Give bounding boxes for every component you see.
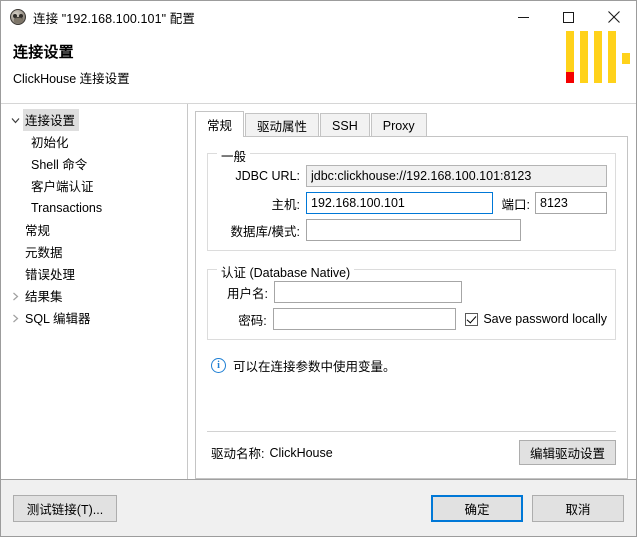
page-subtitle: ClickHouse 连接设置 <box>13 72 130 86</box>
host-label: 主机: <box>271 197 300 212</box>
sidebar-item-metadata[interactable]: 元数据 <box>1 241 187 263</box>
dialog-footer: 测试链接(T)... 确定 取消 <box>1 480 636 536</box>
sidebar-item-label: 结果集 <box>25 290 63 304</box>
title-bar: 连接 "192.168.100.101" 配置 <box>1 1 636 33</box>
sidebar-item-general[interactable]: 常规 <box>1 219 187 241</box>
username-row: 用户名: <box>216 281 607 303</box>
sidebar-item-label: 常规 <box>25 224 51 238</box>
dialog-header: 连接设置 ClickHouse 连接设置 <box>1 31 636 103</box>
jdbc-url-label: JDBC URL: <box>235 169 300 183</box>
sidebar-item-connection-settings[interactable]: 连接设置 <box>1 109 187 131</box>
sidebar-item-result-sets[interactable]: 结果集 <box>1 285 187 307</box>
password-row: 密码: Save password locally <box>216 308 607 330</box>
settings-tree: 连接设置 初始化 Shell 命令 客户端认证 Transactions 常规 … <box>1 104 188 479</box>
driver-row: 驱动名称: ClickHouse 编辑驱动设置 <box>211 440 616 465</box>
info-icon: i <box>211 358 226 373</box>
port-input[interactable] <box>535 192 607 214</box>
save-password-checkbox[interactable]: Save password locally <box>465 312 607 326</box>
host-input[interactable] <box>306 192 493 214</box>
sidebar-item-label: 错误处理 <box>25 268 76 282</box>
dialog-body: 连接设置 初始化 Shell 命令 客户端认证 Transactions 常规 … <box>1 104 636 480</box>
tab-label: Proxy <box>382 118 415 133</box>
cancel-button[interactable]: 取消 <box>532 494 624 522</box>
tab-panel-general: 一般 JDBC URL: 主机: 端口: 数据库/模式: <box>195 136 628 479</box>
sidebar-item-transactions[interactable]: Transactions <box>1 197 187 219</box>
auth-group: 认证 (Database Native) 用户名: 密码: Save passw… <box>207 262 616 340</box>
sidebar-item-error-handling[interactable]: 错误处理 <box>1 263 187 285</box>
sidebar-item-label: 客户端认证 <box>31 180 94 194</box>
sidebar-item-shell-commands[interactable]: Shell 命令 <box>1 153 187 175</box>
checkbox-check-icon[interactable] <box>465 312 479 326</box>
auth-group-legend: 认证 (Database Native) <box>217 262 355 281</box>
password-input[interactable] <box>272 308 457 330</box>
connection-settings-dialog: 连接 "192.168.100.101" 配置 连接设置 ClickHouse … <box>0 0 637 537</box>
driver-name-label: 驱动名称: <box>211 447 265 461</box>
sidebar-item-label: 初始化 <box>31 136 69 150</box>
dbeaver-app-icon <box>10 9 26 25</box>
settings-panel: 常规 驱动属性 SSH Proxy 一般 JDBC URL: jdbc:clic… <box>188 104 636 479</box>
database-label: 数据库/模式: <box>230 224 300 239</box>
jdbc-url-row: JDBC URL: <box>216 165 607 187</box>
jdbc-url-input[interactable] <box>306 165 607 187</box>
page-title: 连接设置 <box>13 44 74 61</box>
tab-label: 驱动属性 <box>257 120 308 134</box>
brand-decoration-icon <box>566 31 630 91</box>
edit-driver-settings-button[interactable]: 编辑驱动设置 <box>518 440 616 465</box>
maximize-icon[interactable] <box>546 1 591 33</box>
tab-label: SSH <box>332 118 358 133</box>
database-input[interactable] <box>306 219 521 241</box>
variables-info-text: 可以在连接参数中使用变量。 <box>233 360 396 374</box>
chevron-right-icon[interactable] <box>7 292 23 301</box>
tab-label: 常规 <box>207 119 233 133</box>
port-label: 端口: <box>501 197 530 212</box>
sidebar-item-label: SQL 编辑器 <box>25 312 91 326</box>
chevron-right-icon[interactable] <box>7 314 23 323</box>
sidebar-item-label: Transactions <box>31 200 103 215</box>
save-password-label: Save password locally <box>483 312 607 326</box>
tab-proxy[interactable]: Proxy <box>370 113 427 137</box>
minimize-icon[interactable] <box>501 1 546 33</box>
sidebar-item-label: 连接设置 <box>23 109 80 131</box>
general-group-legend: 一般 <box>217 146 251 165</box>
panel-spacer <box>205 375 618 421</box>
database-row: 数据库/模式: <box>216 219 607 241</box>
variables-info: i 可以在连接参数中使用变量。 <box>211 356 616 375</box>
test-connection-button[interactable]: 测试链接(T)... <box>13 494 117 522</box>
driver-divider <box>207 431 616 432</box>
tab-bar: 常规 驱动属性 SSH Proxy <box>195 111 628 137</box>
username-input[interactable] <box>274 281 462 303</box>
sidebar-item-label: 元数据 <box>25 246 63 260</box>
sidebar-item-sql-editor[interactable]: SQL 编辑器 <box>1 307 187 329</box>
driver-name-value: ClickHouse <box>269 445 333 460</box>
sidebar-item-initialization[interactable]: 初始化 <box>1 131 187 153</box>
sidebar-item-client-auth[interactable]: 客户端认证 <box>1 175 187 197</box>
username-label: 用户名: <box>227 286 268 301</box>
ok-button[interactable]: 确定 <box>431 494 523 522</box>
tab-general[interactable]: 常规 <box>195 111 245 137</box>
chevron-down-icon[interactable] <box>7 116 23 125</box>
tab-ssh[interactable]: SSH <box>320 113 370 137</box>
close-icon[interactable] <box>591 1 636 33</box>
window-controls <box>501 1 636 33</box>
sidebar-item-label: Shell 命令 <box>31 158 88 172</box>
tab-driver-properties[interactable]: 驱动属性 <box>245 113 320 137</box>
window-title: 连接 "192.168.100.101" 配置 <box>33 11 195 26</box>
host-port-row: 主机: 端口: <box>216 192 607 214</box>
password-label: 密码: <box>238 313 267 328</box>
general-group: 一般 JDBC URL: 主机: 端口: 数据库/模式: <box>207 146 616 251</box>
